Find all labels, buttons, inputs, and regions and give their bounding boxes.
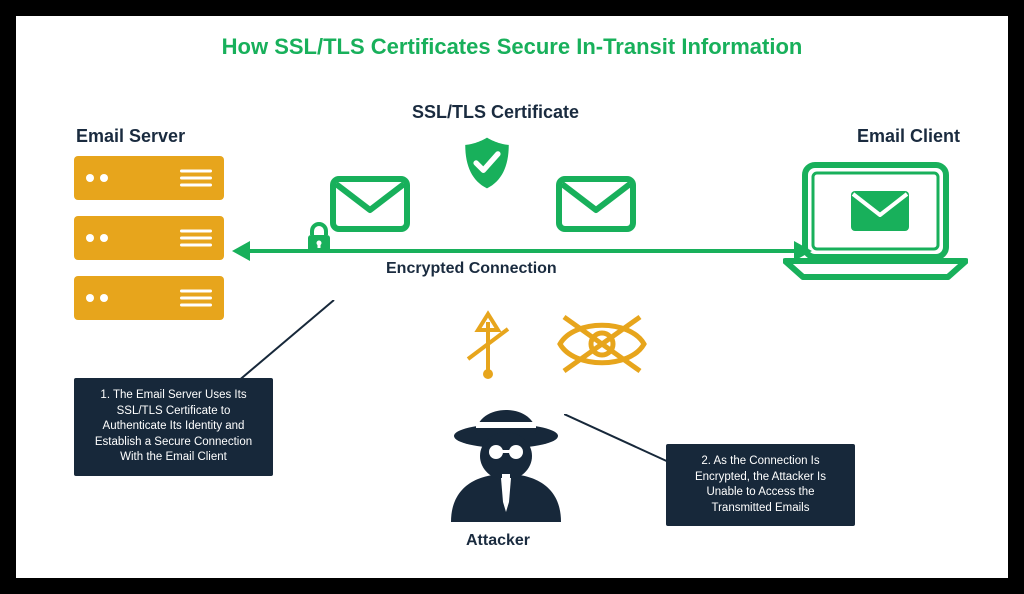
arrow-left-icon (232, 241, 250, 261)
blocked-eye-icon (554, 309, 650, 379)
server-unit (74, 216, 224, 260)
email-client-label: Email Client (857, 126, 960, 147)
note-2: 2. As the Connection Is Encrypted, the A… (666, 444, 855, 526)
envelope-icon (330, 176, 410, 237)
diagram-title: How SSL/TLS Certificates Secure In-Trans… (16, 34, 1008, 60)
blocked-access-icons (458, 304, 650, 384)
ssl-cert-label: SSL/TLS Certificate (412, 102, 579, 123)
envelope-icon (556, 176, 636, 237)
laptop-email-client (783, 161, 968, 281)
email-server-label: Email Server (76, 126, 185, 147)
server-unit (74, 156, 224, 200)
server-unit (74, 276, 224, 320)
server-stack (74, 156, 224, 336)
attacker-label: Attacker (466, 532, 530, 550)
note-1: 1. The Email Server Uses Its SSL/TLS Cer… (74, 378, 273, 476)
attacker-icon (441, 394, 571, 529)
encrypted-connection-label: Encrypted Connection (386, 260, 557, 278)
diagram-canvas: How SSL/TLS Certificates Secure In-Trans… (16, 16, 1008, 578)
lock-icon (304, 221, 334, 260)
shield-check-icon (458, 134, 516, 197)
blocked-upload-icon (458, 304, 518, 384)
